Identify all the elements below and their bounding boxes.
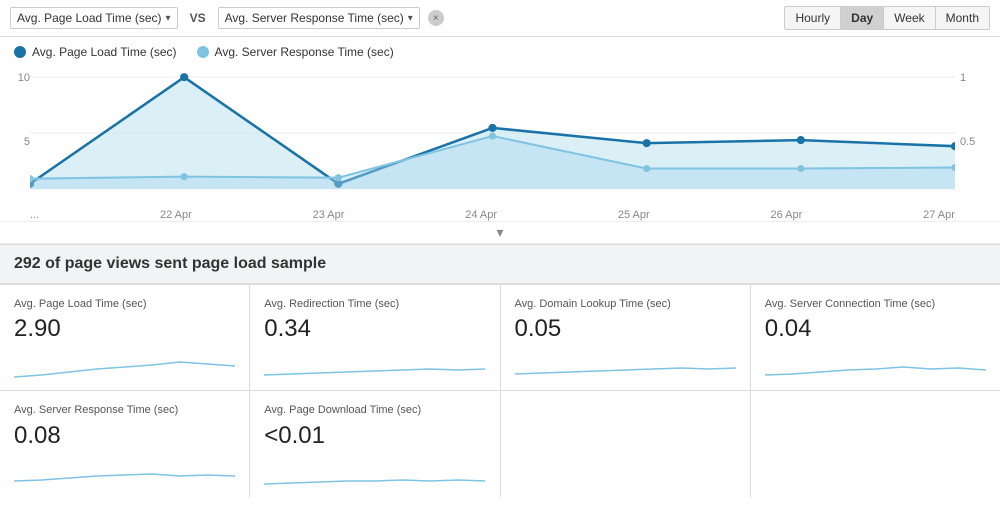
y-axis-right: 1 0.5 [960,67,990,221]
week-button[interactable]: Week [884,7,935,29]
x-label-2: 23 Apr [313,209,345,221]
metric2-label: Avg. Server Response Time (sec) [225,11,404,25]
metric-card-domain: Avg. Domain Lookup Time (sec) 0.05 [501,285,750,390]
sparkline-redirection [264,347,485,382]
sparkline-pageload [14,347,235,382]
day-button[interactable]: Day [841,7,884,29]
month-button[interactable]: Month [936,7,989,29]
metric1-select[interactable]: Avg. Page Load Time (sec) ▾ [10,7,178,29]
dot-pageload-5 [797,136,805,144]
metric-title-domain: Avg. Domain Lookup Time (sec) [515,297,736,311]
x-label-5: 26 Apr [770,209,802,221]
metric2-chevron: ▾ [408,13,413,24]
y-right-mid: 0.5 [960,136,990,148]
metric-card-empty-1 [501,391,750,496]
metric-title-redirection: Avg. Redirection Time (sec) [264,297,485,311]
y-left-mid: 5 [10,136,30,148]
y-right-top: 1 [960,72,990,84]
scroll-indicator[interactable]: ▾ [0,222,1000,244]
hourly-button[interactable]: Hourly [785,7,841,29]
legend-item-pageload: Avg. Page Load Time (sec) [14,45,177,59]
sparkline-domain [515,347,736,382]
metric-card-serverresponse: Avg. Server Response Time (sec) 0.08 [0,391,249,496]
legend-dot-pageload [14,46,26,58]
y-axis-left: 10 5 [10,67,30,221]
metric-card-pageload: Avg. Page Load Time (sec) 2.90 [0,285,249,390]
dot-response-4 [643,165,650,172]
x-label-4: 25 Apr [618,209,650,221]
summary-bar: 292 of page views sent page load sample [0,244,1000,284]
chart-area: 10 5 1 0.5 [0,67,1000,222]
time-period-selector: Hourly Day Week Month [784,6,990,30]
vs-label: VS [186,11,210,25]
x-label-6: 27 Apr [923,209,955,221]
dot-pageload-1 [180,73,188,81]
x-label-0: ... [30,209,39,221]
metric2-select[interactable]: Avg. Server Response Time (sec) ▾ [218,7,420,29]
metric-card-download: Avg. Page Download Time (sec) <0.01 [250,391,499,496]
scroll-chevron: ▾ [496,224,503,240]
metric-title-pageload: Avg. Page Load Time (sec) [14,297,235,311]
dot-response-2 [335,174,342,181]
metric-value-domain: 0.05 [515,315,736,343]
metric1-chevron: ▾ [166,13,171,24]
legend-label-pageload: Avg. Page Load Time (sec) [32,45,177,59]
x-axis-labels: ... 22 Apr 23 Apr 24 Apr 25 Apr 26 Apr 2… [30,201,955,221]
metric-value-redirection: 0.34 [264,315,485,343]
chart-legend: Avg. Page Load Time (sec) Avg. Server Re… [0,37,1000,67]
dot-response-1 [181,173,188,180]
legend-label-response: Avg. Server Response Time (sec) [215,45,394,59]
metric-value-download: <0.01 [264,422,485,450]
metric-value-connection: 0.04 [765,315,986,343]
metric-card-redirection: Avg. Redirection Time (sec) 0.34 [250,285,499,390]
metric1-label: Avg. Page Load Time (sec) [17,11,162,25]
metric-value-serverresponse: 0.08 [14,422,235,450]
sparkline-serverresponse [14,454,235,489]
metric-value-pageload: 2.90 [14,315,235,343]
y-left-top: 10 [10,72,30,84]
metrics-grid-row2: Avg. Server Response Time (sec) 0.08 Avg… [0,390,1000,496]
close-button[interactable]: × [428,10,444,26]
legend-dot-response [197,46,209,58]
metrics-grid-row1: Avg. Page Load Time (sec) 2.90 Avg. Redi… [0,284,1000,390]
dot-response-3 [489,132,496,139]
metric-title-connection: Avg. Server Connection Time (sec) [765,297,986,311]
dot-pageload-4 [643,139,651,147]
metric-card-empty-2 [751,391,1000,496]
sparkline-download [264,454,485,489]
dot-pageload-3 [488,124,496,132]
metric-title-serverresponse: Avg. Server Response Time (sec) [14,403,235,417]
metric-card-connection: Avg. Server Connection Time (sec) 0.04 [751,285,1000,390]
chart-svg-wrapper [30,67,955,199]
summary-text: 292 of page views sent page load sample [14,255,326,272]
chart-svg [30,67,955,199]
legend-item-response: Avg. Server Response Time (sec) [197,45,394,59]
x-label-1: 22 Apr [160,209,192,221]
dot-response-5 [797,165,804,172]
x-label-3: 24 Apr [465,209,497,221]
toolbar: Avg. Page Load Time (sec) ▾ VS Avg. Serv… [0,0,1000,37]
sparkline-connection [765,347,986,382]
metric-title-download: Avg. Page Download Time (sec) [264,403,485,417]
